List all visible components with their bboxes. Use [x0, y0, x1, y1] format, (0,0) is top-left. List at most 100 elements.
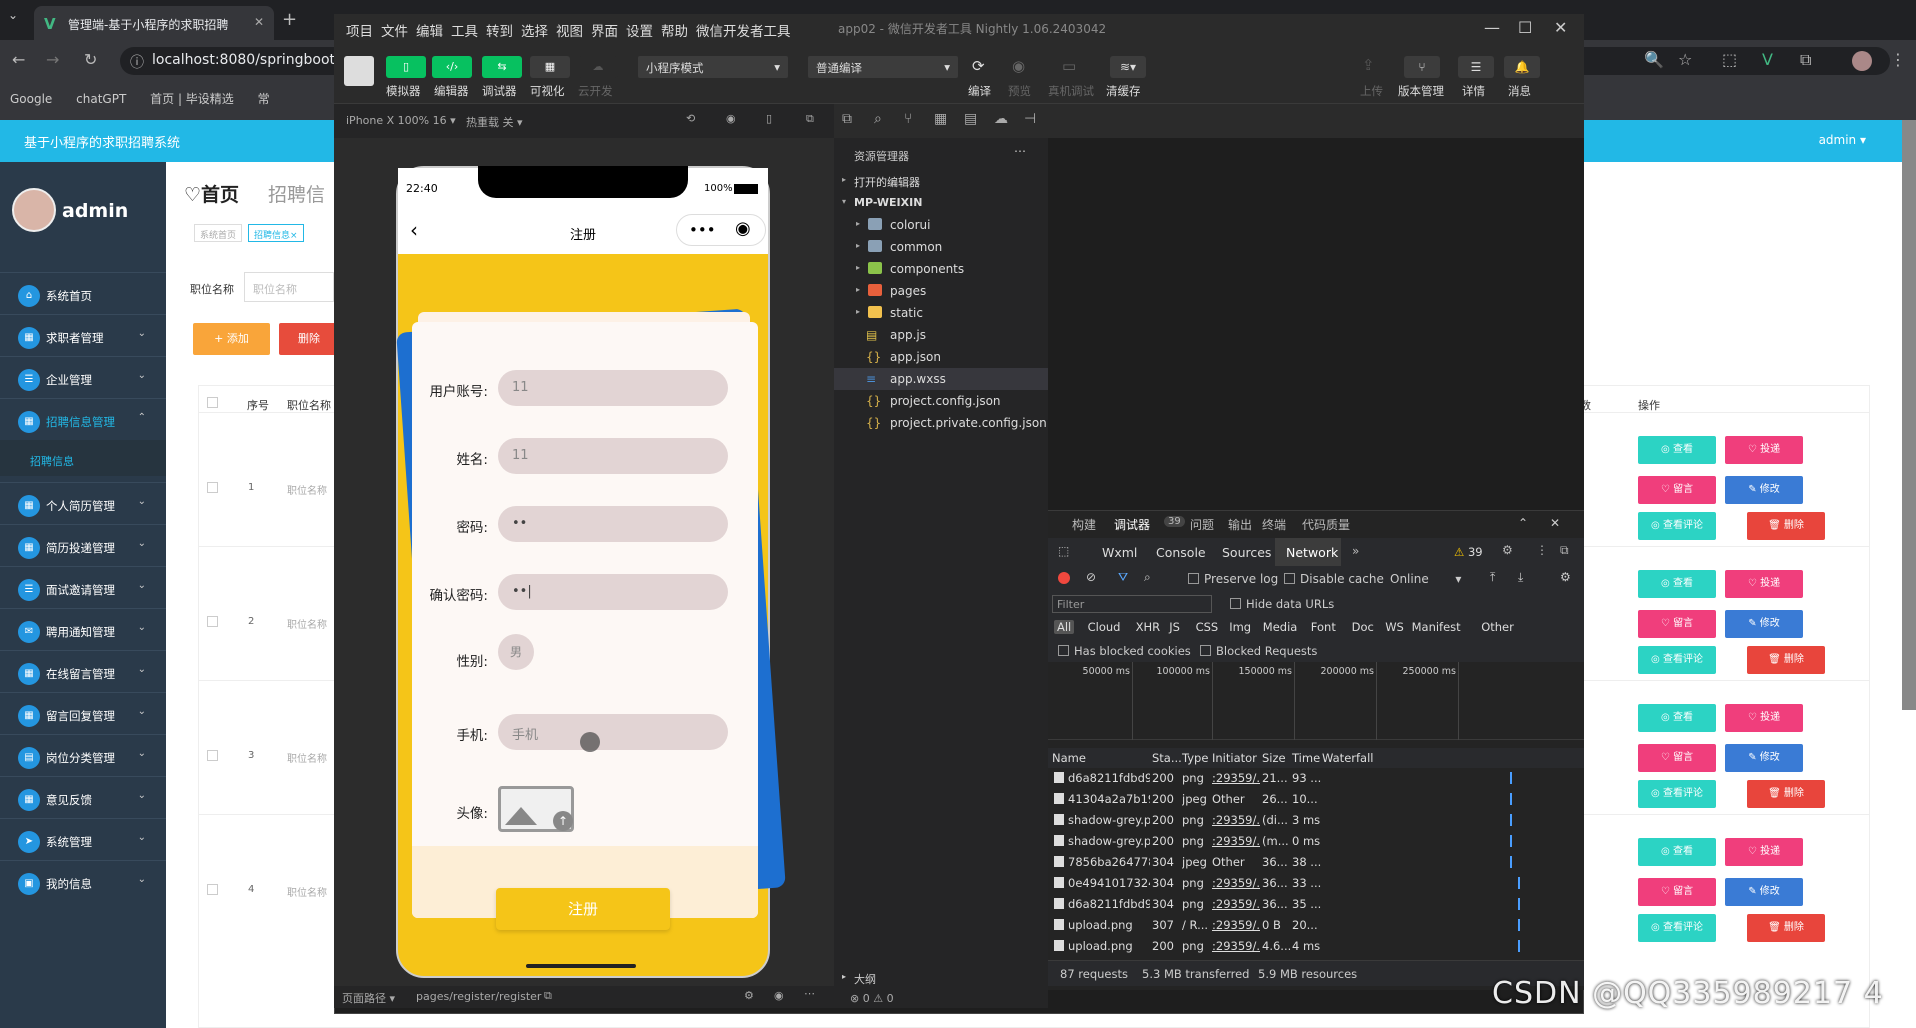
- files-icon[interactable]: ⧉: [842, 111, 852, 127]
- devtools-more-icon[interactable]: ⋮: [1536, 543, 1548, 557]
- copy-icon[interactable]: ⧉: [544, 989, 552, 1003]
- preview-icon[interactable]: ◉: [1012, 57, 1025, 75]
- type-filter-xhr[interactable]: XHR: [1136, 620, 1161, 634]
- msg-button[interactable]: ♡ 留言: [1638, 744, 1716, 772]
- phone-icon[interactable]: ▯: [766, 112, 772, 125]
- cloud-toggle[interactable]: ☁: [578, 56, 618, 78]
- view-button[interactable]: ◎ 查看: [1638, 570, 1716, 598]
- row-checkbox[interactable]: [207, 750, 218, 761]
- panel-tab-3[interactable]: 输出: [1228, 516, 1252, 533]
- explorer-more-icon[interactable]: ⋯: [1014, 144, 1026, 158]
- zoom-icon[interactable]: 🔍: [1644, 50, 1664, 69]
- mode-select[interactable]: 小程序模式 ▾: [638, 56, 788, 78]
- file-project-private-config-json[interactable]: {} project.private.config.json: [834, 412, 1048, 434]
- type-filter-css[interactable]: CSS: [1196, 620, 1219, 634]
- file-static[interactable]: ▸ static: [834, 302, 1048, 324]
- new-tab-button[interactable]: +: [282, 9, 297, 30]
- page-path-label[interactable]: 页面路径 ▾: [342, 990, 395, 1006]
- apply-button[interactable]: ♡ 投递: [1725, 436, 1803, 464]
- menu-item-9[interactable]: 帮助: [661, 20, 688, 40]
- vue-devtools-icon[interactable]: V: [1762, 50, 1773, 69]
- request-row[interactable]: 0e49410173244...304 png:29359/...36... 33 …: [1048, 873, 1584, 893]
- del-button[interactable]: 🗑 删除: [1747, 512, 1825, 540]
- sidebar-subitem-job-info[interactable]: 招聘信息: [0, 440, 166, 476]
- back-icon[interactable]: ←: [12, 50, 25, 69]
- col-0[interactable]: Name: [1052, 751, 1086, 765]
- tab-wxml[interactable]: Wxml: [1102, 545, 1137, 560]
- crumb-tag-job-info[interactable]: 招聘信息×: [248, 224, 304, 242]
- apply-button[interactable]: ♡ 投递: [1725, 570, 1803, 598]
- open-editors-section[interactable]: ▸ 打开的编辑器: [834, 170, 1048, 192]
- inspect-icon[interactable]: ⬚: [1058, 544, 1069, 558]
- menu-item-1[interactable]: 文件: [381, 20, 408, 40]
- panel-tab-1[interactable]: 调试器: [1114, 516, 1150, 533]
- sidebar-item-5[interactable]: ▦ 简历投递管理 ⌄: [0, 524, 166, 566]
- search-icon[interactable]: ⌕: [874, 111, 882, 127]
- bookmark-google[interactable]: Google: [10, 92, 52, 106]
- upload-icon[interactable]: ⇪: [1362, 56, 1375, 74]
- visual-toggle[interactable]: ▦: [530, 56, 570, 78]
- sidebar-item-11[interactable]: ▦ 意见反馈 ⌄: [0, 776, 166, 818]
- row-checkbox[interactable]: [207, 884, 218, 895]
- menu-item-2[interactable]: 编辑: [416, 20, 443, 40]
- request-row[interactable]: d6a8211fdbd94...200 png:29359/...21... 93 …: [1048, 768, 1584, 788]
- preserve-log-checkbox[interactable]: Preserve log: [1188, 572, 1278, 586]
- sidebar-item-2[interactable]: ☰ 企业管理 ⌄: [0, 356, 166, 398]
- devtools-settings-icon[interactable]: ⚙: [1502, 543, 1513, 557]
- comments-button[interactable]: ◎ 查看评论: [1638, 780, 1716, 808]
- panel-close-icon[interactable]: ✕: [1550, 516, 1560, 530]
- close-window-icon[interactable]: ✕: [1554, 18, 1567, 37]
- msg-button[interactable]: ♡ 留言: [1638, 476, 1716, 504]
- sidebar-item-13[interactable]: ▣ 我的信息 ⌄: [0, 860, 166, 902]
- network-settings-icon[interactable]: ⚙: [1560, 570, 1571, 584]
- reload-icon[interactable]: ↻: [84, 50, 97, 69]
- request-row[interactable]: 41304a2a7b194...200 jpeg Other 26... 10...: [1048, 789, 1584, 809]
- compile-mode-select[interactable]: 普通编译 ▾: [808, 56, 958, 78]
- del-button[interactable]: 🗑 删除: [1747, 646, 1825, 674]
- menu-item-7[interactable]: 界面: [591, 20, 618, 40]
- root-folder[interactable]: ▾ MP-WEIXIN: [834, 192, 1048, 214]
- storage-icon[interactable]: ▤: [964, 111, 977, 127]
- tab-console[interactable]: Console: [1156, 545, 1206, 560]
- phone-input[interactable]: 手机: [498, 714, 728, 750]
- row-checkbox[interactable]: [207, 616, 218, 627]
- menu-item-3[interactable]: 工具: [451, 20, 478, 40]
- col-1[interactable]: Sta...: [1152, 751, 1182, 765]
- browser-tab[interactable]: V 管理端-基于小程序的求职招聘 ✕: [34, 6, 274, 40]
- sidebar-item-8[interactable]: ▦ 在线留言管理 ⌄: [0, 650, 166, 692]
- add-button[interactable]: + 添加: [193, 323, 270, 355]
- search-network-icon[interactable]: ⌕: [1144, 570, 1151, 585]
- detail-icon[interactable]: ☰: [1458, 56, 1494, 78]
- del-button[interactable]: 🗑 删除: [1747, 914, 1825, 942]
- type-filter-media[interactable]: Media: [1263, 620, 1298, 634]
- tab-network[interactable]: Network: [1286, 545, 1338, 560]
- maximize-icon[interactable]: ☐: [1518, 18, 1532, 37]
- throttle-select[interactable]: Online ▾: [1390, 572, 1461, 586]
- debugger-toggle[interactable]: ⇆: [482, 56, 522, 78]
- sidebar-item-9[interactable]: ▦ 留言回复管理 ⌄: [0, 692, 166, 734]
- export-har-icon[interactable]: ⤓: [1518, 570, 1523, 585]
- col-6[interactable]: Waterfall: [1322, 751, 1373, 765]
- request-row[interactable]: upload.png 307 / R...:29359/...0 B 20...: [1048, 915, 1584, 935]
- type-filter-font[interactable]: Font: [1311, 620, 1336, 634]
- type-filter-ws[interactable]: WS: [1385, 620, 1404, 634]
- record-icon[interactable]: ◉: [726, 112, 736, 125]
- file-pages[interactable]: ▸ pages: [834, 280, 1048, 302]
- more-tabs-icon[interactable]: »: [1352, 544, 1359, 558]
- panel-collapse-icon[interactable]: ⌃: [1518, 516, 1528, 530]
- more-icon[interactable]: ⋯: [804, 987, 815, 1000]
- menu-item-5[interactable]: 选择: [521, 20, 548, 40]
- comments-button[interactable]: ◎ 查看评论: [1638, 512, 1716, 540]
- record-stop-icon[interactable]: [1058, 572, 1070, 584]
- col-5[interactable]: Time: [1292, 751, 1320, 765]
- comments-button[interactable]: ◎ 查看评论: [1638, 914, 1716, 942]
- tab-sources[interactable]: Sources: [1222, 545, 1271, 560]
- apply-button[interactable]: ♡ 投递: [1725, 704, 1803, 732]
- name-input[interactable]: 11: [498, 438, 728, 474]
- message-icon[interactable]: 🔔: [1504, 56, 1540, 78]
- menu-item-0[interactable]: 项目: [346, 20, 373, 40]
- del-button[interactable]: 🗑 删除: [1747, 780, 1825, 808]
- more-dots-icon[interactable]: •••: [689, 221, 716, 239]
- forward-icon[interactable]: →: [46, 50, 59, 69]
- comments-button[interactable]: ◎ 查看评论: [1638, 646, 1716, 674]
